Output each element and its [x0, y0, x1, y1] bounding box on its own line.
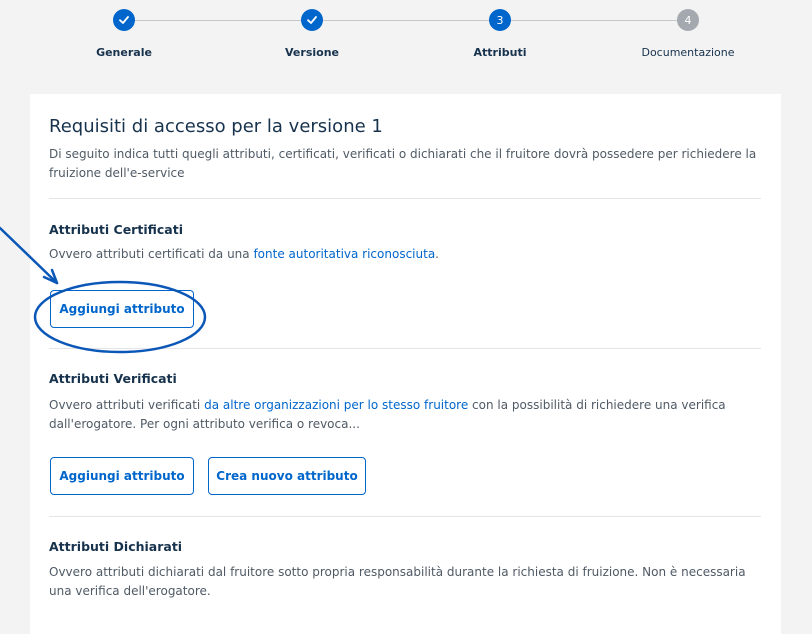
step-number: 4: [684, 13, 692, 27]
verified-section-desc: Ovvero attributi verificati da altre org…: [49, 396, 761, 434]
check-icon: [119, 16, 129, 24]
step-connector: [511, 20, 677, 21]
step-label-generale: Generale: [96, 46, 152, 59]
page-subtitle: Di seguito indica tutti quegli attributi…: [49, 147, 757, 180]
divider: [49, 516, 761, 517]
divider: [49, 198, 761, 199]
other-organizations-link[interactable]: da altre organizzazioni per lo stesso fr…: [204, 398, 468, 412]
page-title: Requisiti di accesso per la versione 1: [49, 116, 383, 137]
certified-section-desc: Ovvero attributi certificati da una font…: [49, 245, 761, 264]
declared-section-title: Attributi Dichiarati: [49, 539, 183, 554]
step-1-indicator: [113, 9, 135, 31]
add-certified-attribute-button[interactable]: Aggiungi attributo: [50, 290, 194, 328]
step-4-indicator: 4: [677, 9, 699, 31]
step-label-versione: Versione: [285, 46, 339, 59]
divider: [49, 348, 761, 349]
step-2-indicator: [301, 9, 323, 31]
verified-section-title: Attributi Verificati: [49, 371, 177, 386]
step-label-attributi: Attributi: [473, 46, 527, 59]
authoritative-source-link[interactable]: fonte autoritativa riconosciuta: [253, 247, 435, 261]
certified-desc-text: Ovvero attributi certificati da una: [49, 247, 254, 261]
step-number: 3: [496, 13, 504, 27]
step-label-documentazione: Documentazione: [641, 46, 735, 59]
declared-section-desc: Ovvero attributi dichiarati dal fruitore…: [49, 565, 746, 598]
access-requirements-card: Requisiti di accesso per la versione 1 D…: [30, 94, 781, 634]
step-connector: [323, 20, 489, 21]
verified-desc-text: Ovvero attributi verificati: [49, 398, 205, 412]
stepper: 3 4 Generale Versione Attributi Document…: [0, 0, 812, 80]
check-icon: [307, 16, 317, 24]
add-verified-attribute-button[interactable]: Aggiungi attributo: [50, 457, 194, 495]
step-3-indicator: 3: [489, 9, 511, 31]
certified-desc-end: .: [435, 247, 439, 261]
step-connector: [135, 20, 301, 21]
create-attribute-button[interactable]: Crea nuovo attributo: [208, 457, 366, 495]
certified-section-title: Attributi Certificati: [49, 222, 183, 237]
